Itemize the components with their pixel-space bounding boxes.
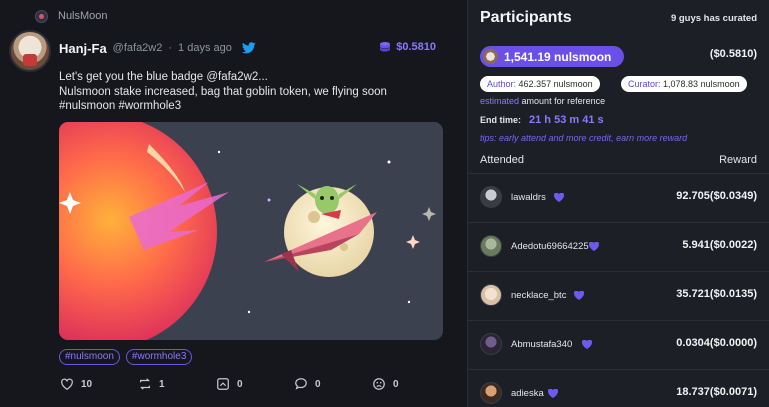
estimated-word: estimated [480, 96, 520, 106]
participant-row[interactable]: necklace_btc 35.721($0.0135) [468, 271, 769, 320]
comment-button[interactable]: 0 [294, 377, 372, 391]
curated-count: 9 guys has curated [670, 13, 757, 24]
goblin-rocket-illustration [59, 122, 443, 340]
comment-icon [295, 378, 307, 390]
participant-reward: 0.0304($0.0000) [676, 337, 757, 349]
retweet-count: 1 [159, 378, 165, 390]
post-text: Let's get you the blue badge @fafa2w2...… [59, 70, 439, 114]
like-count: 10 [81, 378, 93, 390]
hashtag-list: #nulsmoon #wormhole3 [59, 349, 193, 365]
participant-row[interactable]: adieska 18.737($0.0071) [468, 369, 769, 407]
app-header: NulsMoon [35, 8, 108, 24]
heart-icon [61, 378, 73, 390]
participants-list-header: Attended Reward [480, 154, 757, 166]
participant-avatar[interactable] [480, 333, 502, 355]
participant-row[interactable]: Abmustafa340 0.0304($0.0000) [468, 320, 769, 369]
participant-row[interactable]: Adedotu69664225 5.941($0.0022) [468, 222, 769, 271]
author-row: Hanj-Fa @fafa2w2 · 1 days ago [59, 40, 256, 56]
participant-avatar[interactable] [480, 186, 502, 208]
end-time-value: 21 h 53 m 41 s [529, 114, 604, 126]
post-text-line: Let's get you the blue badge @fafa2w2... [59, 71, 268, 83]
twitter-icon[interactable] [241, 42, 256, 54]
heart-icon [554, 193, 564, 202]
participant-name[interactable]: Abmustafa340 [511, 339, 572, 350]
post-reward-amount: $0.5810 [396, 41, 436, 53]
estimated-note: estimated amount for reference [480, 96, 605, 106]
participant-avatar[interactable] [480, 284, 502, 306]
post-text-line: Nulsmoon stake increased, bag that gobli… [59, 85, 387, 98]
participant-reward: 35.721($0.0135) [676, 288, 757, 300]
author-avatar[interactable] [9, 30, 51, 72]
dislike-button[interactable]: 0 [372, 377, 450, 391]
author-name[interactable]: Hanj-Fa [59, 41, 107, 56]
dislike-count: 0 [393, 378, 399, 390]
participant-name[interactable]: necklace_btc [511, 290, 566, 301]
participant-name[interactable]: Adedotu69664225 [511, 241, 589, 252]
participant-row[interactable]: lawaldrs 92.705($0.0349) [468, 173, 769, 222]
participant-avatar[interactable] [480, 382, 502, 404]
estimated-rest: amount for reference [521, 96, 606, 106]
heart-icon [574, 291, 584, 300]
curator-share-badge: Curator: 1,078.83 nulsmoon [621, 76, 747, 92]
participant-reward: 5.941($0.0022) [682, 239, 757, 251]
author-share-badge: Author: 462.357 nulsmoon [480, 76, 600, 92]
participants-list: lawaldrs 92.705($0.0349) Adedotu69664225… [468, 173, 769, 407]
heart-icon [589, 242, 599, 251]
reward-pool-amount: 1,541.19 nulsmoon [504, 49, 612, 64]
post-card: NulsMoon Hanj-Fa @fafa2w2 · 1 days ago $… [0, 0, 458, 407]
curator-share-label: Curator: [628, 79, 661, 89]
participants-panel: Participants 9 guys has curated 1,541.19… [467, 0, 769, 407]
post-time: 1 days ago [178, 42, 232, 54]
post-reward: $0.5810 [379, 41, 436, 53]
retweet-button[interactable]: 1 [138, 377, 216, 391]
comment-count: 0 [315, 378, 321, 390]
participant-reward: 18.737($0.0071) [676, 386, 757, 398]
reward-pool-pill: 1,541.19 nulsmoon [480, 46, 624, 67]
quote-count: 0 [237, 378, 243, 390]
like-button[interactable]: 10 [60, 377, 138, 391]
author-handle[interactable]: @fafa2w2 [113, 42, 163, 54]
panel-title: Participants [480, 9, 572, 26]
post-actions: 10 1 0 0 0 [60, 377, 450, 391]
author-share-label: Author: [487, 79, 517, 89]
tips-text: tips: early attend and more credit, earn… [480, 133, 688, 143]
end-time: End time: 21 h 53 m 41 s [480, 114, 604, 126]
reward-pool-usd: ($0.5810) [709, 48, 757, 60]
participant-reward: 92.705($0.0349) [676, 190, 757, 202]
coin-stack-icon [380, 42, 391, 52]
reward-column-header: Reward [719, 154, 757, 166]
quote-icon [217, 378, 229, 390]
heart-icon [548, 389, 558, 398]
nulsmoon-logo-icon [35, 9, 48, 23]
heart-icon [582, 340, 592, 349]
quote-button[interactable]: 0 [216, 377, 294, 391]
retweet-icon [140, 378, 150, 390]
hashtag-chip[interactable]: #wormhole3 [125, 349, 193, 365]
attended-column-header: Attended [480, 154, 525, 166]
post-text-line: #nulsmoon #wormhole3 [59, 100, 182, 112]
participant-avatar[interactable] [480, 235, 502, 257]
participant-name[interactable]: adieska [511, 388, 544, 399]
curator-share-value: 1,078.83 nulsmoon [663, 79, 740, 89]
separator-dot: · [168, 42, 173, 54]
author-share-value: 462.357 nulsmoon [518, 79, 593, 89]
post-image-goblin-rocket[interactable] [59, 122, 443, 340]
participant-name[interactable]: lawaldrs [511, 192, 546, 203]
author-mini-avatar [483, 49, 498, 64]
end-time-label: End time: [480, 115, 522, 125]
app-name: NulsMoon [58, 10, 108, 22]
frown-icon [373, 378, 385, 390]
hashtag-chip[interactable]: #nulsmoon [59, 349, 120, 365]
